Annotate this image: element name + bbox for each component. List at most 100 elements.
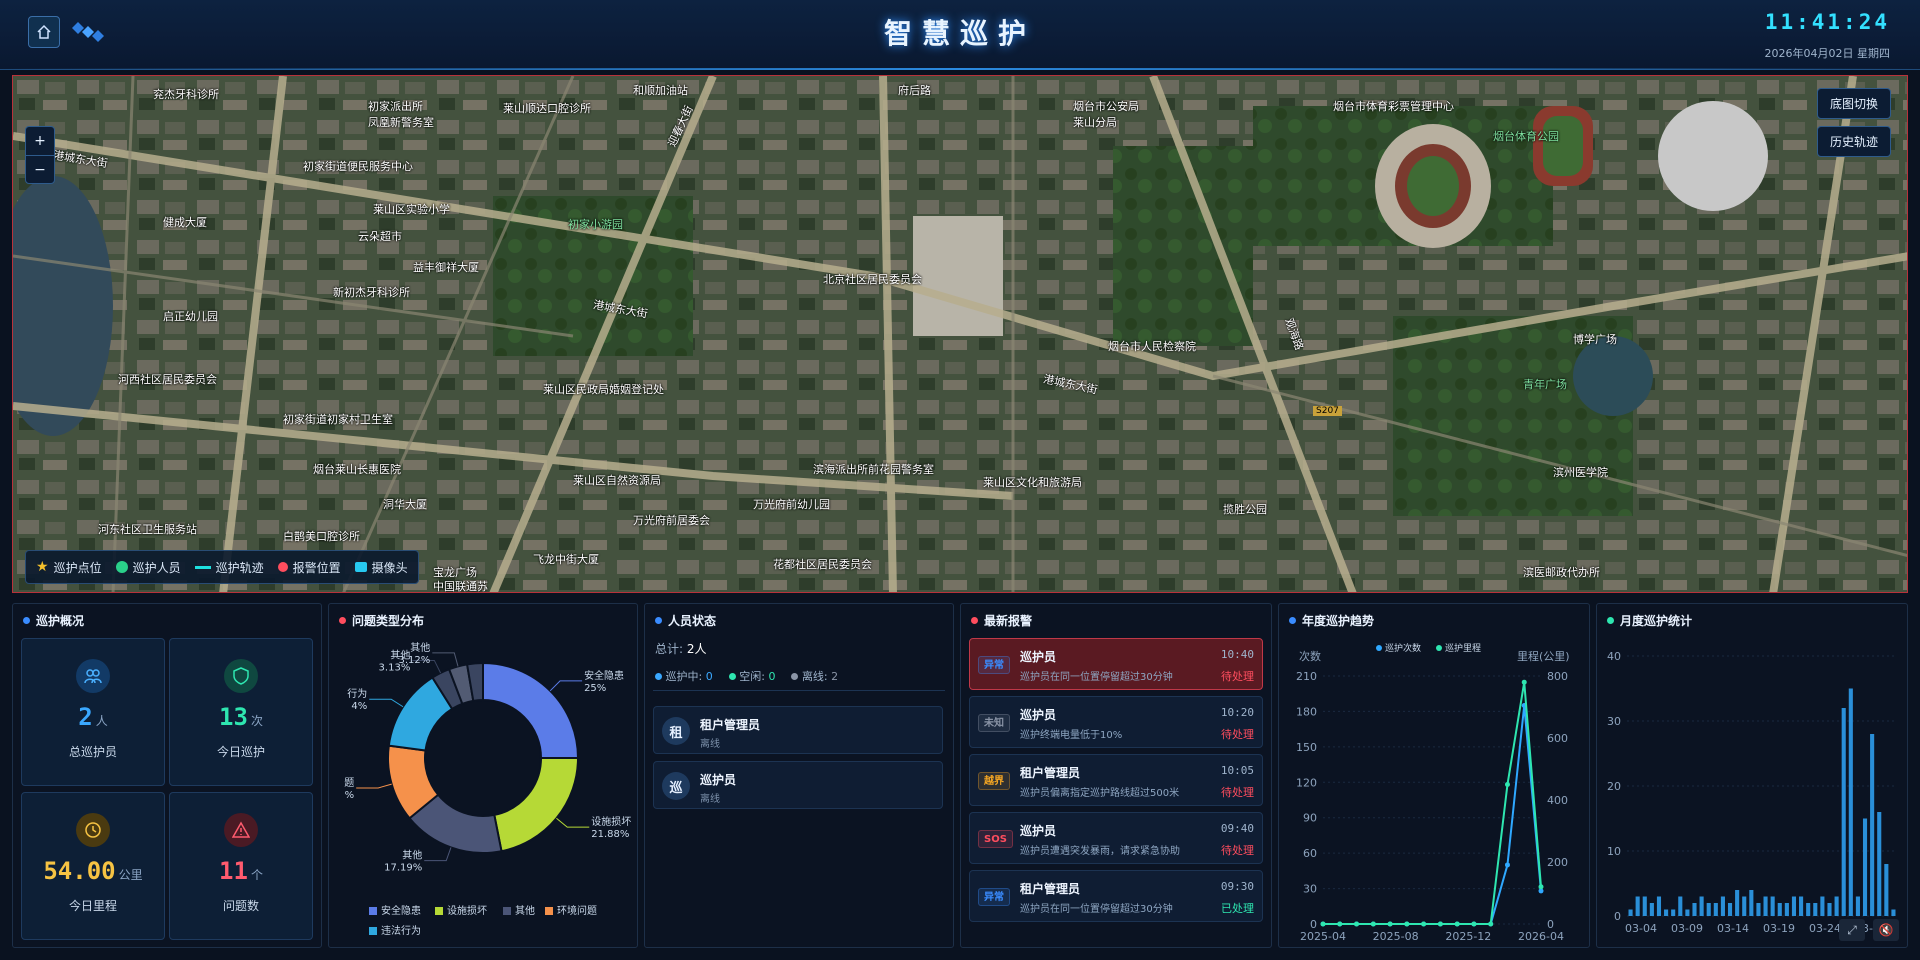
label-line xyxy=(356,783,392,789)
stat-label: 总巡护员 xyxy=(68,745,117,759)
bar[interactable] xyxy=(1770,896,1775,917)
zoom-in-button[interactable]: + xyxy=(26,127,54,155)
bar[interactable] xyxy=(1884,864,1889,916)
bar[interactable] xyxy=(1727,903,1733,916)
stat-card-total-rangers[interactable]: 2人 总巡护员 xyxy=(21,638,165,786)
bar[interactable] xyxy=(1706,903,1711,916)
x-tick: 03-09 xyxy=(1671,922,1703,935)
legend-item[interactable]: ★ 巡护点位 xyxy=(36,559,102,576)
bar[interactable] xyxy=(1649,903,1654,916)
bar[interactable] xyxy=(1820,896,1825,917)
bar[interactable] xyxy=(1713,903,1718,916)
y-right-tick: 200 xyxy=(1547,856,1568,869)
alert-item[interactable]: 异常 巡护员 巡护员在同一位置停留超过30分钟 10:40 待处理 xyxy=(969,638,1263,690)
legend-label: 巡护人员 xyxy=(132,560,181,575)
panel-title: 巡护概况 xyxy=(23,612,84,629)
bar[interactable] xyxy=(1692,903,1697,916)
basemap-switch-button[interactable]: 底图切换 xyxy=(1816,88,1891,119)
bar[interactable] xyxy=(1813,903,1818,916)
legend-label[interactable]: 巡护里程 xyxy=(1445,642,1481,654)
satellite-map[interactable]: 兖杰牙科诊所 初家派出所 凤凰新警务室 莱山顺达口腔诊所 和顺加油站 府后路 烟… xyxy=(12,75,1908,593)
legend-item[interactable]: 报警位置 xyxy=(277,559,341,576)
bar[interactable] xyxy=(1685,909,1690,917)
expand-icon[interactable]: ⤢ xyxy=(1839,919,1865,941)
bar[interactable] xyxy=(1791,896,1797,917)
bar[interactable] xyxy=(1848,688,1853,917)
bar[interactable] xyxy=(1877,812,1882,916)
y-tick: 40 xyxy=(1607,650,1621,663)
slice-label: 其他 xyxy=(410,641,430,654)
stat-card-issues[interactable]: 11 个 问题数 xyxy=(169,792,313,940)
map-label: 北京社区居民委员会 xyxy=(823,273,922,286)
x-tick: 03-24 xyxy=(1809,922,1841,935)
alert-item[interactable]: 越界 租户管理员 巡护员偏离指定巡护路线超过500米 10:05 待处理 xyxy=(969,754,1263,806)
legend-item[interactable]: 巡护人员 xyxy=(115,559,181,576)
bar[interactable] xyxy=(1678,896,1683,917)
legend-label[interactable]: 安全隐患 xyxy=(381,904,421,917)
alert-time: 10:20 xyxy=(1220,706,1254,719)
bar[interactable] xyxy=(1756,903,1761,916)
bar[interactable] xyxy=(1656,896,1662,917)
map-label: 中国联通苏 xyxy=(433,580,488,593)
legend-label[interactable]: 设施损坏 xyxy=(447,904,487,917)
bar[interactable] xyxy=(1720,896,1725,917)
bar[interactable] xyxy=(1841,708,1846,916)
alert-item[interactable]: 未知 巡护员 巡护终端电量低于10% 10:20 待处理 xyxy=(969,696,1263,748)
y-left-tick: 30 xyxy=(1303,883,1317,896)
bar[interactable] xyxy=(1763,896,1768,917)
bar[interactable] xyxy=(1855,896,1860,917)
map-label: 烟台市公安局 xyxy=(1073,100,1139,113)
person-item[interactable]: 巡 巡护员 离线 xyxy=(653,761,943,809)
person-name: 租户管理员 xyxy=(700,718,761,732)
bar[interactable] xyxy=(1834,896,1839,917)
zoom-control: + − xyxy=(25,126,55,184)
bar[interactable] xyxy=(1699,896,1704,917)
map-label: 莱山分局 xyxy=(1073,116,1117,129)
person-icon xyxy=(115,561,128,573)
map-label: 白鹊美口腔诊所 xyxy=(283,530,360,543)
alert-item[interactable]: SOS 巡护员 巡护员遭遇突发暴雨，请求紧急协助 09:40 待处理 xyxy=(969,812,1263,864)
legend-label[interactable]: 违法行为 xyxy=(381,924,421,937)
alert-time: 09:40 xyxy=(1220,822,1254,835)
legend-item[interactable]: 摄像头 xyxy=(354,559,408,576)
bar[interactable] xyxy=(1827,903,1832,916)
stat-value: 11 个 xyxy=(219,857,263,885)
legend-item[interactable]: 巡护轨迹 xyxy=(194,559,264,576)
alert-status: 待处理 xyxy=(1221,786,1254,799)
slice-percent: 17.19% xyxy=(384,863,422,874)
bar[interactable] xyxy=(1784,903,1789,916)
alert-name: 巡护员 xyxy=(1020,824,1057,838)
bar[interactable] xyxy=(1806,903,1811,916)
bar[interactable] xyxy=(1664,909,1669,917)
legend-swatch xyxy=(435,907,443,915)
bar[interactable] xyxy=(1891,909,1896,917)
alert-item[interactable]: 异常 租户管理员 巡护员在同一位置停留超过30分钟 09:30 已处理 xyxy=(969,870,1263,922)
bar[interactable] xyxy=(1735,890,1740,916)
alerts-panel: 最新报警 异常 巡护员 巡护员在同一位置停留超过30分钟 10:40 待处理 未知… xyxy=(960,603,1272,948)
legend-label[interactable]: 其他 xyxy=(515,904,535,917)
legend-label: 巡护点位 xyxy=(53,560,102,575)
bar[interactable] xyxy=(1671,909,1676,917)
slice-label: 其他 xyxy=(402,849,422,862)
bar[interactable] xyxy=(1635,896,1640,917)
bar[interactable] xyxy=(1642,896,1647,917)
bar[interactable] xyxy=(1870,734,1875,916)
bar[interactable] xyxy=(1799,896,1804,917)
bar[interactable] xyxy=(1862,818,1868,917)
bar[interactable] xyxy=(1742,896,1747,917)
mute-icon[interactable]: 🔇 xyxy=(1873,919,1899,941)
legend-label[interactable]: 环境问题 xyxy=(557,904,597,917)
stat-card-today-mileage[interactable]: 54.00 公里 今日里程 xyxy=(21,792,165,940)
zoom-out-button[interactable]: − xyxy=(26,155,54,183)
history-track-button[interactable]: 历史轨迹 xyxy=(1816,126,1891,157)
map-label: 初家小游园 xyxy=(568,218,623,231)
donut-slice[interactable] xyxy=(493,757,580,853)
person-item[interactable]: 租 租户管理员 离线 xyxy=(653,706,943,754)
bar[interactable] xyxy=(1777,903,1782,916)
stat-card-today-patrols[interactable]: 13 次 今日巡护 xyxy=(169,638,313,786)
data-point xyxy=(1454,921,1460,927)
legend-label[interactable]: 巡护次数 xyxy=(1385,642,1421,654)
bar[interactable] xyxy=(1749,890,1754,916)
donut-slice[interactable] xyxy=(482,661,580,759)
bar[interactable] xyxy=(1628,909,1633,917)
